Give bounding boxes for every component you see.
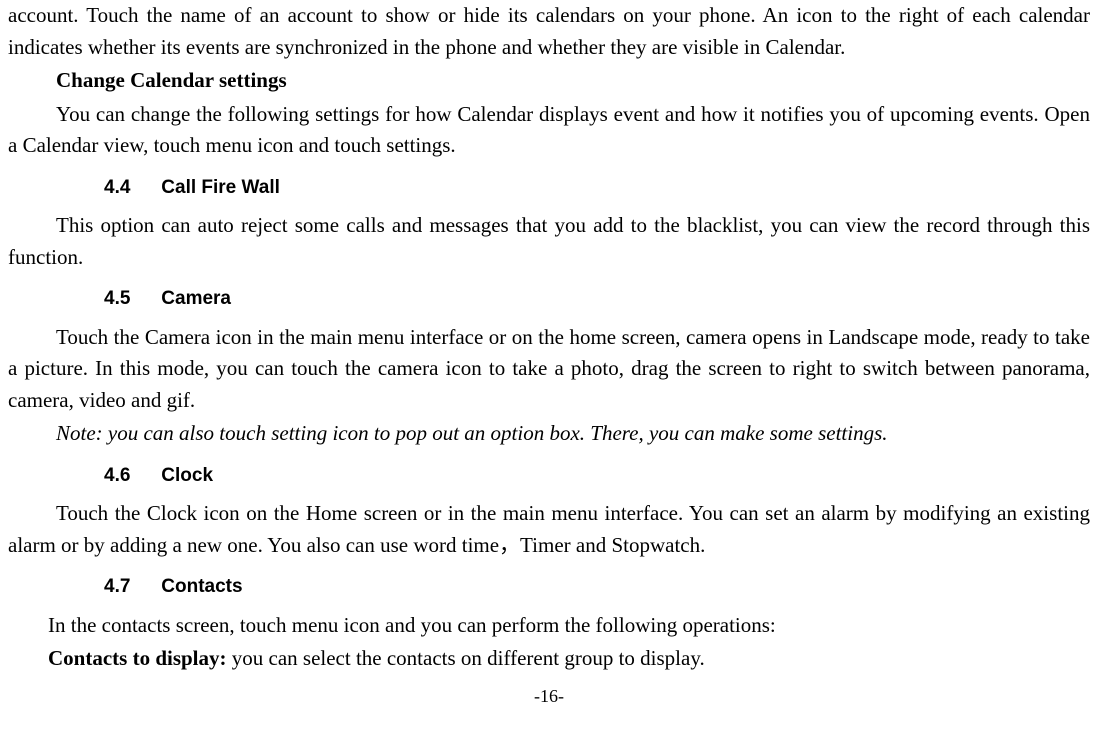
- section-heading-contacts: 4.7 Contacts: [8, 573, 1090, 602]
- section-number: 4.6: [104, 462, 156, 491]
- section-title: Contacts: [161, 576, 242, 597]
- paragraph-calendar-settings: You can change the following settings fo…: [8, 99, 1090, 162]
- paragraph-call-fire-wall: This option can auto reject some calls a…: [8, 210, 1090, 273]
- heading-change-calendar-settings: Change Calendar settings: [8, 65, 1090, 97]
- section-heading-clock: 4.6 Clock: [8, 462, 1090, 491]
- section-number: 4.5: [104, 285, 156, 314]
- section-number: 4.7: [104, 573, 156, 602]
- paragraph-account-continuation: account. Touch the name of an account to…: [8, 0, 1090, 63]
- paragraph-clock: Touch the Clock icon on the Home screen …: [8, 498, 1090, 561]
- section-heading-call-fire-wall: 4.4 Call Fire Wall: [8, 174, 1090, 203]
- contacts-to-display-text: you can select the contacts on different…: [227, 646, 705, 670]
- contacts-to-display-label: Contacts to display:: [48, 646, 227, 670]
- page-number-footer: -16-: [8, 683, 1090, 710]
- section-heading-camera: 4.5 Camera: [8, 285, 1090, 314]
- section-number: 4.4: [104, 174, 156, 203]
- section-title: Clock: [161, 465, 213, 486]
- paragraph-camera: Touch the Camera icon in the main menu i…: [8, 322, 1090, 417]
- section-title: Camera: [161, 288, 231, 309]
- paragraph-contacts-intro: In the contacts screen, touch menu icon …: [8, 610, 1090, 642]
- section-title: Call Fire Wall: [161, 177, 280, 198]
- paragraph-contacts-to-display: Contacts to display: you can select the …: [8, 643, 1090, 675]
- paragraph-camera-note: Note: you can also touch setting icon to…: [8, 418, 1090, 450]
